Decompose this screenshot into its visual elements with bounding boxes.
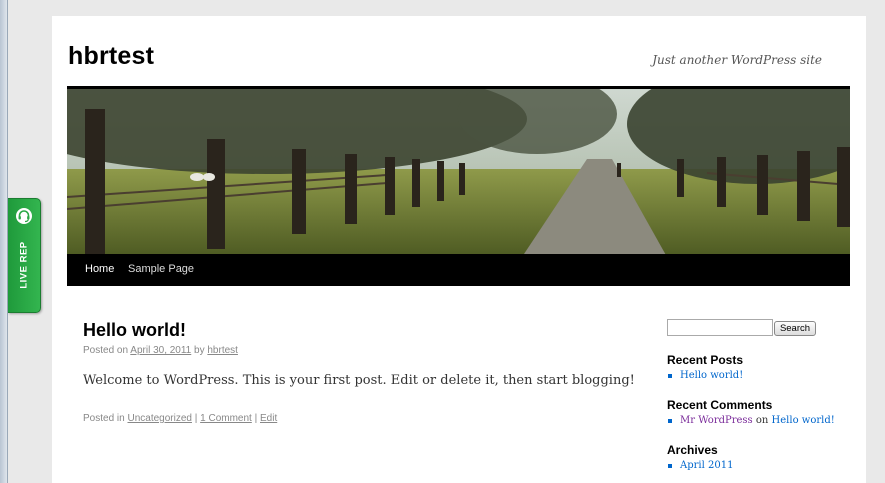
archive-link[interactable]: April 2011 <box>680 460 733 471</box>
by-label: by <box>194 345 205 356</box>
comments-link[interactable]: 1 Comment <box>200 413 252 424</box>
search-button[interactable]: Search <box>774 321 816 336</box>
list-item: Mr WordPress on Hello world! <box>667 415 835 426</box>
search-input[interactable] <box>667 319 773 336</box>
entry-utility: Posted in Uncategorized | 1 Comment | Ed… <box>83 413 277 424</box>
live-rep-tab[interactable]: LIVE REP <box>8 198 41 313</box>
edit-link[interactable]: Edit <box>260 413 277 424</box>
category-link[interactable]: Uncategorized <box>127 413 191 424</box>
list-item: April 2011 <box>667 460 733 471</box>
headset-icon <box>16 208 32 224</box>
post-author-link[interactable]: hbrtest <box>207 345 238 356</box>
list-item: Hello world! <box>667 370 743 381</box>
posted-on-label: Posted on <box>83 345 129 356</box>
browser-frame-edge <box>0 0 8 483</box>
posted-in-label: Posted in <box>83 413 125 424</box>
comment-post-link[interactable]: Hello world! <box>772 415 835 426</box>
recent-post-link[interactable]: Hello world! <box>680 370 743 381</box>
site-description: Just another WordPress site <box>652 53 822 67</box>
separator: | <box>194 413 198 424</box>
site-title[interactable]: hbrtest <box>68 42 154 71</box>
comment-author-link[interactable]: Mr WordPress <box>680 415 753 426</box>
live-rep-label: LIVE REP <box>18 241 30 289</box>
nav-item-sample-page[interactable]: Sample Page <box>128 263 194 275</box>
recent-comments-list: Mr WordPress on Hello world! <box>667 415 835 426</box>
recent-posts-list: Hello world! <box>667 370 743 381</box>
page-container: hbrtest Just another WordPress site Home… <box>52 16 866 483</box>
archives-heading: Archives <box>667 443 718 457</box>
post-title[interactable]: Hello world! <box>83 320 186 341</box>
post-date-link[interactable]: April 30, 2011 <box>130 345 191 356</box>
entry-meta: Posted on April 30, 2011 by hbrtest <box>83 345 238 356</box>
recent-comments-heading: Recent Comments <box>667 398 773 412</box>
archives-list: April 2011 <box>667 460 733 471</box>
post-content: Welcome to WordPress. This is your first… <box>83 373 635 388</box>
main-navigation: Home Sample Page <box>67 254 850 286</box>
comment-on-label: on <box>755 415 769 426</box>
nav-item-home[interactable]: Home <box>85 263 114 275</box>
recent-posts-heading: Recent Posts <box>667 353 744 367</box>
separator: | <box>254 413 258 424</box>
header-image <box>67 86 850 257</box>
tree-avenue-image <box>67 89 850 257</box>
